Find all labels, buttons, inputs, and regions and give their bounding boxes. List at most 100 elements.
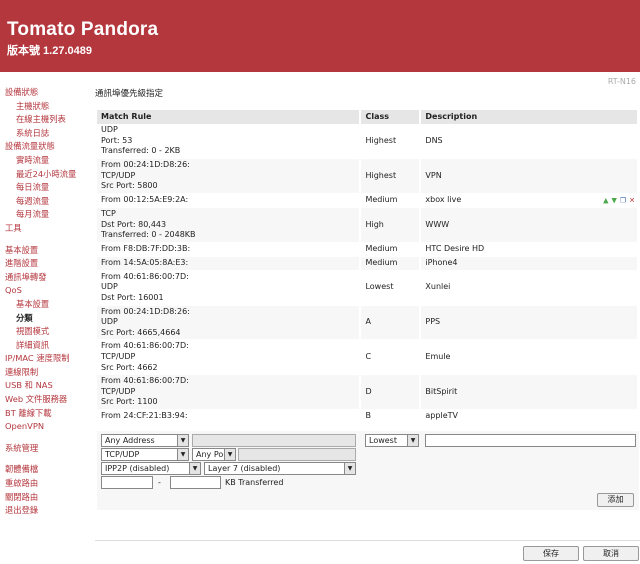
sidebar-item-22[interactable]: USB 和 NAS: [0, 379, 92, 393]
sidebar-item-25[interactable]: OpenVPN: [0, 420, 92, 434]
sidebar-item-19[interactable]: 詳細資訊: [0, 339, 92, 353]
sidebar-item-1[interactable]: 主機狀態: [0, 100, 92, 114]
sidebar-item-4[interactable]: 設備流量狀態: [0, 140, 92, 154]
table-row[interactable]: From 14:5A:05:8A:E3: Medium iPhone4: [97, 256, 639, 271]
chevron-down-icon: ▼: [224, 449, 235, 460]
column-header-class[interactable]: Class: [360, 110, 422, 124]
sidebar-item-5[interactable]: 實時流量: [0, 154, 92, 168]
sidebar-item-7[interactable]: 每日流量: [0, 181, 92, 195]
column-header-description[interactable]: Description: [420, 110, 639, 124]
table-row[interactable]: From 40:61:86:00:7D: TCP/UDP Src Port: 110…: [97, 374, 639, 411]
match-rule-cell: From 00:24:1D:D8:26: TCP/UDP Src Port: 580…: [97, 158, 362, 195]
class-cell: High: [360, 207, 422, 243]
table-row[interactable]: From F8:DB:7F:DD:3B: Medium HTC Desire HD: [97, 242, 639, 257]
match-rule-line: Transferred: 0 - 2048KB: [101, 230, 196, 240]
port-input[interactable]: [238, 448, 356, 461]
sidebar-item-13[interactable]: 進階設置: [0, 257, 92, 271]
kb-transferred-label: KB Transferred: [225, 478, 284, 487]
ipp2p-select[interactable]: IPP2P (disabled) ▼: [101, 462, 201, 475]
save-button[interactable]: 保存: [523, 546, 579, 561]
class-cell: B: [360, 409, 422, 425]
description-text: iPhone4: [425, 258, 458, 268]
layer7-select[interactable]: Layer 7 (disabled) ▼: [204, 462, 356, 475]
sidebar-item-21[interactable]: 連線限制: [0, 366, 92, 380]
sidebar-item-32[interactable]: 退出登錄: [0, 504, 92, 518]
match-rule-line: Src Port: 4662: [101, 362, 158, 372]
sidebar-item-23[interactable]: Web 文件服務器: [0, 393, 92, 407]
transferred-min-input[interactable]: [101, 476, 153, 489]
sidebar-item-8[interactable]: 每週流量: [0, 195, 92, 209]
match-rule-line: From 24:CF:21:B3:94:: [101, 411, 188, 421]
class-cell: Highest: [360, 124, 422, 160]
sidebar-item-0[interactable]: 設備狀態: [0, 86, 92, 100]
range-separator: -: [158, 478, 161, 487]
description-text: appleTV: [425, 411, 458, 421]
add-button[interactable]: 添加: [597, 493, 634, 507]
cancel-button[interactable]: 取消: [583, 546, 639, 561]
address-input[interactable]: [192, 434, 356, 447]
description-text: WWW: [425, 219, 450, 229]
sidebar-item-9[interactable]: 每月流量: [0, 208, 92, 222]
description-text: DNS: [425, 135, 443, 145]
sidebar-item-12[interactable]: 基本設置: [0, 244, 92, 258]
sidebar-item-29[interactable]: 韌體備檔: [0, 463, 92, 477]
delete-icon[interactable]: ✕: [629, 196, 635, 204]
row-actions: ▲ ▼ ❐ ✕: [600, 195, 635, 206]
sidebar-item-31[interactable]: 關閉路由: [0, 491, 92, 505]
class-select[interactable]: Lowest ▼: [365, 434, 419, 447]
match-rule-line: UDP: [101, 125, 118, 135]
match-rule-line: Src Port: 1100: [101, 397, 158, 407]
description-cell: WWW: [420, 207, 639, 243]
description-cell: Emule: [420, 339, 639, 376]
match-rule-cell: From 24:CF:21:B3:94:: [97, 409, 362, 425]
description-cell: HTC Desire HD: [420, 242, 639, 257]
transferred-max-input[interactable]: [170, 476, 221, 489]
match-rule-line: UDP: [101, 317, 118, 327]
description-text: Emule: [425, 352, 451, 362]
sidebar-item-27[interactable]: 系統管理: [0, 442, 92, 456]
match-rule-line: From 00:24:1D:D8:26:: [101, 306, 190, 316]
table-row[interactable]: From 24:CF:21:B3:94: BappleTV: [97, 409, 639, 425]
sidebar-item-17[interactable]: 分類: [0, 312, 92, 326]
sidebar-item-20[interactable]: IP/MAC 速度限制: [0, 352, 92, 366]
description-cell: VPN: [420, 158, 639, 195]
match-rule-line: TCP/UDP: [101, 352, 136, 362]
port-select[interactable]: Any Port ▼: [192, 448, 236, 461]
sidebar-item-15[interactable]: QoS: [0, 284, 92, 298]
protocol-select[interactable]: TCP/UDP ▼: [101, 448, 189, 461]
match-rule-line: TCP/UDP: [101, 170, 136, 180]
app-header: Tomato Pandora 版本號 1.27.0489: [0, 0, 640, 72]
copy-icon[interactable]: ❐: [620, 196, 626, 204]
column-header-match-rule[interactable]: Match Rule: [97, 110, 362, 124]
sidebar-item-30[interactable]: 重啟路由: [0, 477, 92, 491]
match-rule-cell: From 40:61:86:00:7D: TCP/UDP Src Port: 466…: [97, 339, 362, 376]
class-cell: D: [360, 374, 422, 411]
move-down-icon[interactable]: ▼: [611, 196, 616, 204]
sidebar-item-14[interactable]: 通訊埠轉發: [0, 271, 92, 285]
sidebar-item-6[interactable]: 最近24小時流量: [0, 168, 92, 182]
description-text: PPS: [425, 317, 441, 327]
table-row[interactable]: UDP Port: 53 Transferred: 0 - 2KB Highest DN…: [97, 124, 639, 160]
description-text: BitSpirit: [425, 386, 458, 396]
sidebar-item-16[interactable]: 基本設置: [0, 298, 92, 312]
sidebar-item-24[interactable]: BT 離線下載: [0, 407, 92, 421]
table-row[interactable]: From 00:24:1D:D8:26: TCP/UDP Src Port: 580…: [97, 158, 639, 195]
table-row[interactable]: TCP Dst Port: 80,443 Transferred: 0 - 2048…: [97, 207, 639, 243]
table-row[interactable]: From 40:61:86:00:7D: UDP Dst Port: 16001 Lo…: [97, 270, 639, 306]
match-rule-line: Dst Port: 16001: [101, 293, 164, 303]
description-text: xbox live: [425, 195, 462, 205]
sidebar-item-10[interactable]: 工具: [0, 222, 92, 236]
description-text: Xunlei: [425, 282, 451, 292]
sidebar-item-3[interactable]: 系統日誌: [0, 127, 92, 141]
table-row[interactable]: From 00:24:1D:D8:26: UDP Src Port: 4665,46…: [97, 305, 639, 341]
table-row[interactable]: From 40:61:86:00:7D: TCP/UDP Src Port: 466…: [97, 339, 639, 376]
move-up-icon[interactable]: ▲: [603, 196, 608, 204]
table-row[interactable]: From 00:12:5A:E9:2A: Medium xbox live ▲ ▼ ❐ ✕: [97, 193, 639, 209]
address-select[interactable]: Any Address ▼: [101, 434, 189, 447]
sidebar-item-2[interactable]: 在線主機列表: [0, 113, 92, 127]
match-rule-line: Src Port: 4665,4664: [101, 327, 181, 337]
sidebar-item-18[interactable]: 視圖模式: [0, 325, 92, 339]
description-input[interactable]: [425, 434, 636, 447]
class-cell: A: [360, 305, 422, 341]
